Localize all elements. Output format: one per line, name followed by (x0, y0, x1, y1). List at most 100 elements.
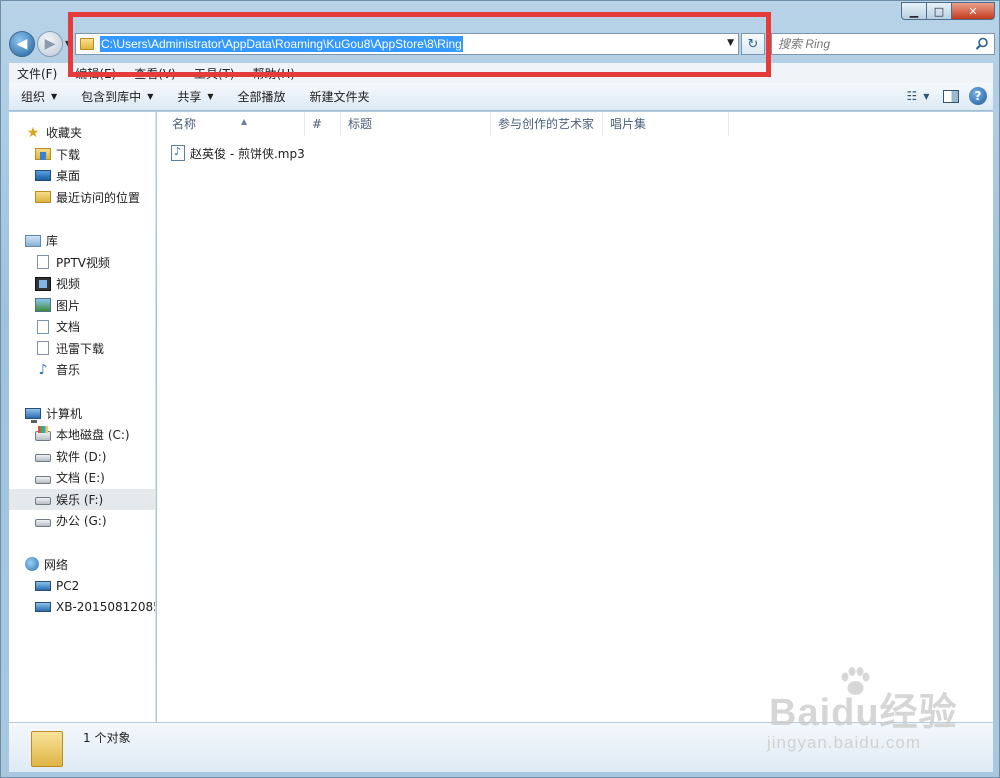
library-icon (25, 234, 41, 247)
column-name-label: 名称 (172, 117, 197, 131)
sidebar-item-pictures[interactable]: 图片 (9, 295, 155, 317)
column-header-title[interactable]: 标题 (341, 112, 491, 136)
network-label: 网络 (44, 557, 69, 572)
sidebar-item-pc2[interactable]: PC2 (9, 575, 155, 597)
sidebar-item-label: 软件 (D:) (56, 449, 107, 464)
sidebar-item-drive-f[interactable]: 娱乐 (F:) (9, 488, 155, 510)
sidebar-item-label: 最近访问的位置 (56, 190, 141, 205)
sidebar-item-label: PC2 (56, 578, 80, 593)
sort-ascending-icon: ▲ (241, 117, 248, 126)
change-view-button[interactable]: ☷ ▼ (903, 86, 933, 106)
menu-file[interactable]: 文件(F) (9, 65, 67, 82)
sidebar-item-label: PPTV视频 (56, 255, 111, 270)
sidebar-item-label: 迅雷下载 (56, 341, 105, 356)
sidebar-item-recent-places[interactable]: 最近访问的位置 (9, 187, 155, 209)
favorites-label: 收藏夹 (46, 126, 83, 141)
sidebar-item-music[interactable]: ♪ 音乐 (9, 359, 155, 381)
sidebar-item-drive-d[interactable]: 软件 (D:) (9, 446, 155, 468)
chevron-down-icon: ▼ (207, 92, 214, 101)
sidebar-item-drive-e[interactable]: 文档 (E:) (9, 467, 155, 489)
sidebar-item-label: 桌面 (56, 169, 81, 184)
libraries-group: 库 PPTV视频 视频 图片 文档 迅雷下载 ♪ 音乐 (9, 230, 155, 381)
sidebar-item-label: 文档 (E:) (56, 471, 105, 486)
drive-icon (35, 475, 51, 484)
library-document-icon (37, 255, 49, 270)
audio-file-icon (171, 145, 185, 161)
new-folder-button[interactable]: 新建文件夹 (298, 83, 382, 110)
search-icon[interactable] (975, 37, 989, 51)
sidebar-item-thunder-downloads[interactable]: 迅雷下载 (9, 338, 155, 360)
drive-icon (35, 518, 51, 527)
menu-edit[interactable]: 编辑(E) (67, 65, 126, 82)
file-row[interactable]: 赵英俊 - 煎饼侠.mp3 (171, 143, 305, 163)
libraries-label: 库 (46, 234, 59, 249)
system-drive-icon (35, 425, 51, 441)
favorites-header[interactable]: ★ 收藏夹 (9, 122, 155, 144)
sidebar-item-xb-pc[interactable]: XB-201508120851 (9, 597, 155, 619)
preview-pane-icon[interactable] (943, 89, 959, 103)
organize-button[interactable]: 组织 ▼ (9, 83, 69, 110)
sidebar-item-label: 娱乐 (F:) (56, 492, 104, 507)
sidebar-item-videos[interactable]: 视频 (9, 273, 155, 295)
new-folder-label: 新建文件夹 (309, 90, 370, 104)
title-bar: ▁ □ ✕ (1, 1, 1000, 27)
chevron-down-icon: ▼ (923, 91, 930, 101)
menu-help[interactable]: 帮助(H) (245, 65, 305, 82)
play-all-button[interactable]: 全部播放 (226, 83, 298, 110)
command-bar-right: ☷ ▼ ? (903, 86, 987, 106)
navigation-pane: ★ 收藏夹 下载 桌面 最近访问的位置 库 PPTV视频 视频 图片 文档 迅雷… (9, 112, 156, 722)
file-name: 赵英俊 - 煎饼侠.mp3 (190, 146, 305, 161)
sidebar-item-desktop[interactable]: 桌面 (9, 165, 155, 187)
drive-icon (35, 497, 51, 506)
column-header-name[interactable]: 名称 ▲ (165, 112, 305, 136)
close-button[interactable]: ✕ (951, 2, 995, 20)
computer-label: 计算机 (46, 406, 83, 421)
network-header[interactable]: 网络 (9, 554, 155, 576)
favorites-group: ★ 收藏夹 下载 桌面 最近访问的位置 (9, 122, 155, 208)
document-icon (37, 319, 49, 334)
sidebar-item-label: 下载 (56, 147, 81, 162)
music-note-icon: ♪ (38, 361, 48, 378)
recent-places-icon (35, 191, 51, 204)
forward-button[interactable]: ▶ (37, 31, 63, 57)
sidebar-item-label: 本地磁盘 (C:) (56, 428, 130, 443)
drive-icon (35, 454, 51, 463)
refresh-button[interactable]: ↻ (741, 33, 765, 55)
sidebar-item-drive-g[interactable]: 办公 (G:) (9, 510, 155, 532)
column-header-number[interactable]: # (305, 112, 341, 136)
menu-tools[interactable]: 工具(T) (186, 65, 245, 82)
computer-header[interactable]: 计算机 (9, 403, 155, 425)
folder-icon (31, 731, 63, 767)
maximize-button[interactable]: □ (926, 2, 952, 20)
search-input[interactable] (778, 37, 968, 51)
column-header-artists[interactable]: 参与创作的艺术家 (491, 112, 603, 136)
address-path[interactable]: C:\Users\Administrator\AppData\Roaming\K… (100, 36, 463, 52)
share-label: 共享 (177, 90, 202, 104)
star-icon: ★ (26, 124, 40, 141)
back-button[interactable]: ◀ (9, 31, 35, 57)
file-list-pane[interactable]: 名称 ▲ # 标题 参与创作的艺术家 唱片集 赵英俊 - 煎饼侠.mp3 (157, 112, 993, 722)
share-button[interactable]: 共享 ▼ (165, 83, 225, 110)
item-count: 1 个对象 (83, 731, 131, 745)
play-all-label: 全部播放 (237, 90, 286, 104)
details-pane: 1 个对象 (9, 722, 993, 772)
include-in-library-button[interactable]: 包含到库中 ▼ (69, 83, 165, 110)
menu-view[interactable]: 查看(V) (126, 65, 186, 82)
libraries-header[interactable]: 库 (9, 230, 155, 252)
column-header-album[interactable]: 唱片集 (603, 112, 729, 136)
sidebar-item-drive-c[interactable]: 本地磁盘 (C:) (9, 424, 155, 446)
sidebar-item-label: 音乐 (56, 363, 81, 378)
computer-group: 计算机 本地磁盘 (C:) 软件 (D:) 文档 (E:) 娱乐 (F:) 办公… (9, 403, 155, 532)
view-list-icon: ☷ (906, 89, 918, 103)
organize-label: 组织 (21, 90, 46, 104)
search-box[interactable] (771, 33, 995, 55)
recent-pages-dropdown-icon[interactable]: ▼ (65, 39, 71, 48)
sidebar-item-pptv-videos[interactable]: PPTV视频 (9, 252, 155, 274)
minimize-button[interactable]: ▁ (901, 2, 927, 20)
sidebar-item-downloads[interactable]: 下载 (9, 144, 155, 166)
sidebar-item-documents[interactable]: 文档 (9, 316, 155, 338)
sidebar-item-label: 图片 (56, 298, 81, 313)
address-bar[interactable]: C:\Users\Administrator\AppData\Roaming\K… (75, 33, 739, 55)
address-history-dropdown-icon[interactable]: ▼ (727, 38, 734, 48)
help-icon[interactable]: ? (969, 87, 987, 105)
